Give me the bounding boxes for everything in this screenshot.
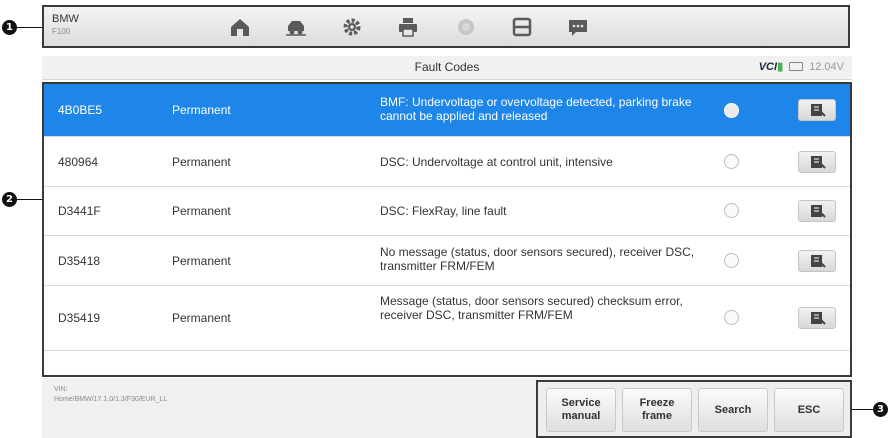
help-book-icon: [811, 255, 826, 268]
vci-connection-icon: ▮: [777, 61, 784, 73]
fault-description: DSC: Undervoltage at control unit, inten…: [380, 155, 613, 169]
search-button[interactable]: Search: [698, 388, 768, 432]
function-button-group: Service manual Freeze frame Search ESC: [536, 380, 852, 438]
callout-3: 3: [873, 402, 888, 417]
fault-row[interactable]: D35418 Permanent No message (status, doo…: [44, 236, 850, 286]
fault-help-button[interactable]: [798, 151, 836, 173]
help-book-icon: [811, 205, 826, 218]
help-book-icon: [811, 312, 826, 325]
fault-status: Permanent: [172, 311, 231, 325]
fault-description: No message (status, door sensors secured…: [380, 245, 695, 273]
vin-label: VIN:: [54, 386, 68, 393]
save-icon[interactable]: [510, 16, 534, 38]
fault-status: Permanent: [172, 204, 231, 218]
home-icon[interactable]: [228, 16, 252, 38]
fault-status: Permanent: [172, 155, 231, 169]
callout-1: 1: [2, 20, 17, 35]
fault-code: D35418: [58, 254, 101, 268]
fault-row[interactable]: 4B0BE5 Permanent BMF: Undervoltage or ov…: [44, 84, 850, 137]
fault-select-radio[interactable]: [724, 103, 739, 118]
esc-button[interactable]: ESC: [774, 388, 844, 432]
fault-code: 4B0BE5: [58, 103, 103, 117]
fault-row[interactable]: D35419 Permanent Message (status, door s…: [44, 286, 850, 351]
vehicle-info: BMW F100: [52, 13, 79, 36]
callout-1-leader: [17, 27, 43, 28]
fault-select-radio[interactable]: [724, 310, 739, 325]
fault-code: D3441F: [58, 204, 101, 218]
vci-status: VCI▮ 12.04V: [759, 60, 844, 74]
top-toolbar: BMW F100: [42, 5, 850, 48]
help-book-icon: [811, 156, 826, 169]
voltage-reading: 12.04V: [809, 60, 844, 73]
fault-description: DSC: FlexRay, line fault: [380, 204, 507, 218]
fault-help-button[interactable]: [798, 200, 836, 222]
fault-status: Permanent: [172, 254, 231, 268]
fault-help-button[interactable]: [798, 99, 836, 121]
print-icon[interactable]: [396, 16, 420, 38]
vci-logo: VCI▮: [759, 60, 783, 73]
vehicle-swap-icon[interactable]: [284, 16, 308, 38]
fault-code: D35419: [58, 311, 101, 325]
callout-2-leader: [17, 199, 43, 200]
fault-description: BMF: Undervoltage or overvoltage detecte…: [380, 95, 692, 123]
header-strip: Fault Codes VCI▮ 12.04V: [42, 56, 852, 80]
callout-3-leader: [852, 409, 874, 410]
help-book-icon: [811, 104, 826, 117]
fault-help-button[interactable]: [798, 250, 836, 272]
fault-select-radio[interactable]: [724, 203, 739, 218]
battery-icon: [789, 62, 804, 71]
settings-icon[interactable]: [340, 16, 364, 38]
vci-label: VCI: [758, 61, 778, 73]
callout-2: 2: [2, 192, 17, 207]
fault-select-radio[interactable]: [724, 253, 739, 268]
fault-description: Message (status, door sensors secured) c…: [380, 294, 683, 322]
page-title: Fault Codes: [414, 60, 480, 74]
message-icon[interactable]: [566, 16, 590, 38]
vehicle-make: BMW: [52, 13, 79, 25]
fault-status: Permanent: [172, 103, 231, 117]
fault-help-button[interactable]: [798, 307, 836, 329]
fault-row[interactable]: D3441F Permanent DSC: FlexRay, line faul…: [44, 187, 850, 236]
fault-code: 480964: [58, 155, 99, 169]
vehicle-model: F100: [52, 27, 71, 36]
fault-select-radio[interactable]: [724, 154, 739, 169]
navigation-path: Home/BMW/17.1.0/1.3/F30/EUR_LL: [54, 396, 168, 403]
service-manual-button[interactable]: Service manual: [546, 388, 616, 432]
fault-row[interactable]: 480964 Permanent DSC: Undervoltage at co…: [44, 137, 850, 187]
fault-code-list[interactable]: 4B0BE5 Permanent BMF: Undervoltage or ov…: [42, 82, 852, 377]
help-icon[interactable]: [454, 16, 478, 38]
freeze-frame-button[interactable]: Freeze frame: [622, 388, 692, 432]
